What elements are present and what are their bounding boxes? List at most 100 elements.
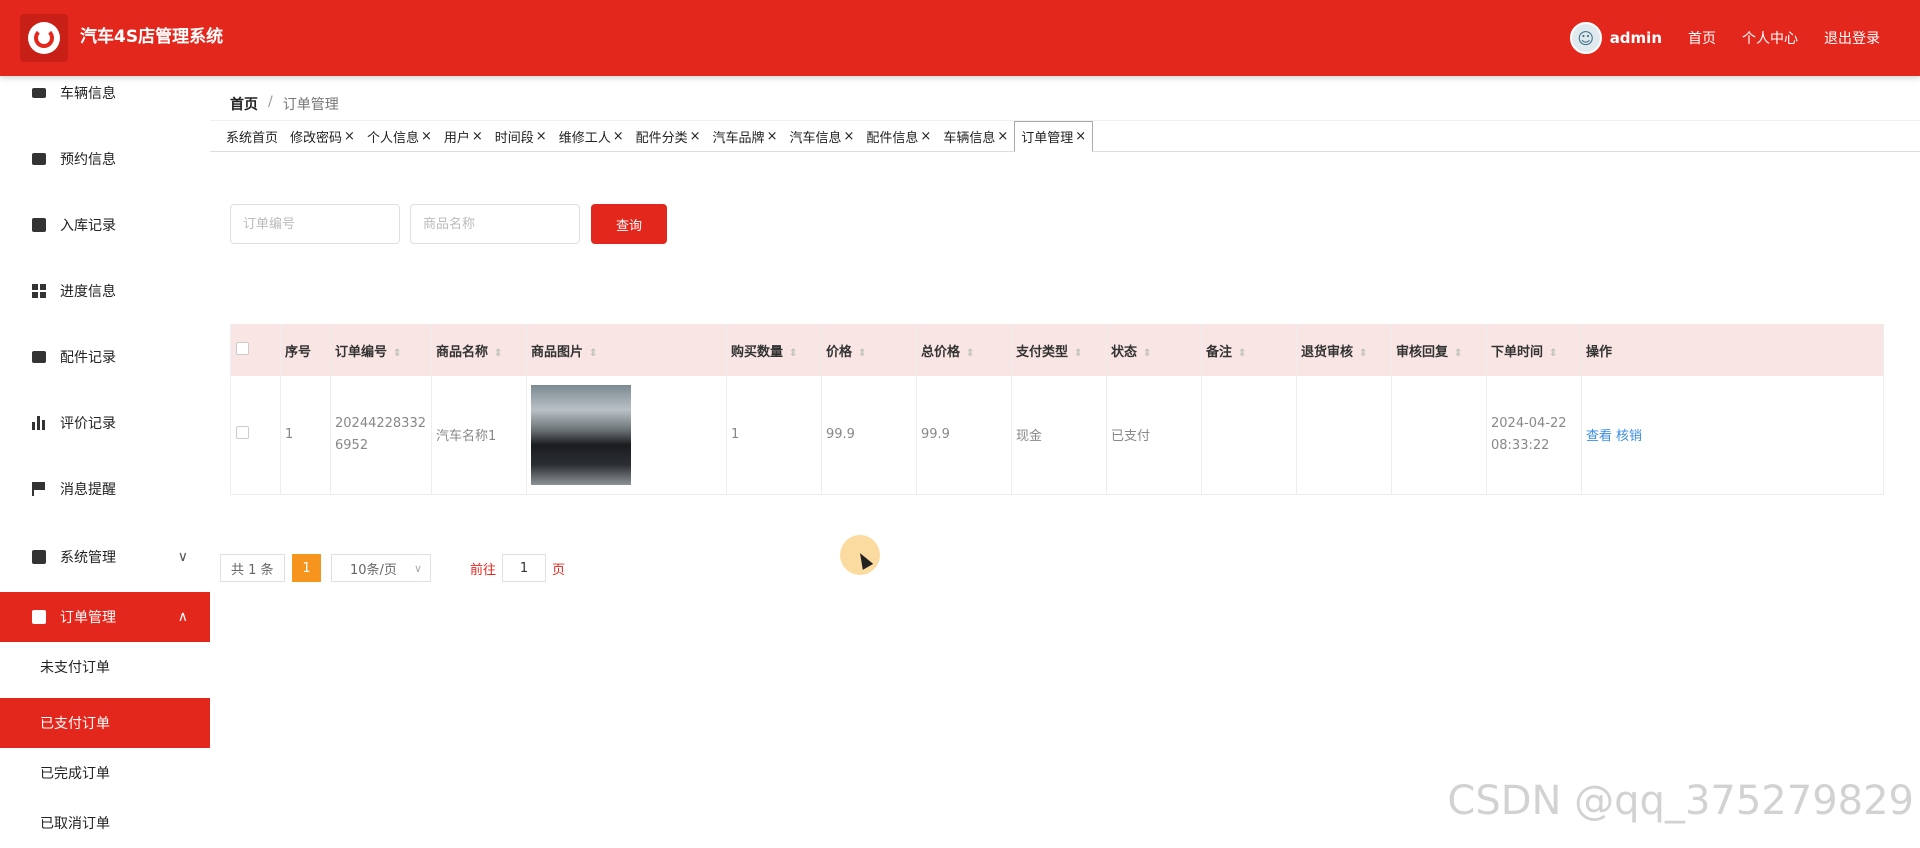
close-icon[interactable]: ×: [613, 129, 624, 144]
tab-label: 用户: [443, 130, 470, 146]
sidebar-item-label: 车辆信息: [60, 86, 116, 102]
product-image-cell: [526, 376, 727, 495]
column-header[interactable]: 总价格 ⇕: [916, 324, 1012, 376]
sidebar-item-orders[interactable]: 订单管理 ∧: [0, 592, 210, 642]
index-cell: 1: [280, 376, 331, 495]
sort-icon[interactable]: ⇕: [494, 348, 502, 359]
sort-icon[interactable]: ⇕: [1454, 348, 1462, 359]
remark-cell: [1201, 376, 1297, 495]
tab-change-password[interactable]: 修改密码 ×: [284, 121, 361, 151]
sort-icon[interactable]: ⇕: [1143, 348, 1151, 359]
pagination-goto: 前往 页: [470, 554, 565, 582]
tab-system-home[interactable]: 系统首页: [220, 121, 284, 151]
sidebar-subitem-label: 已取消订单: [40, 816, 110, 832]
tab-parts-info[interactable]: 配件信息 ×: [860, 121, 937, 151]
column-header[interactable]: 退货审核 ⇕: [1296, 324, 1392, 376]
sidebar-item-parts-record[interactable]: 配件记录: [0, 332, 210, 382]
pay-type-cell: 现金: [1011, 376, 1107, 495]
tab-label: 配件分类: [635, 130, 688, 146]
column-header[interactable]: 商品名称 ⇕: [431, 324, 527, 376]
close-icon[interactable]: ×: [767, 129, 778, 144]
tab-car-info[interactable]: 汽车信息 ×: [783, 121, 860, 151]
query-button[interactable]: 查询: [591, 204, 667, 244]
column-header[interactable]: 备注 ⇕: [1201, 324, 1297, 376]
column-header[interactable]: 审核回复 ⇕: [1391, 324, 1487, 376]
sidebar-subitem-unpaid[interactable]: 未支付订单: [0, 642, 210, 692]
tab-car-brand[interactable]: 汽车品牌 ×: [707, 121, 784, 151]
pagination-total: 共 1 条: [220, 554, 285, 582]
sidebar-item-reviews[interactable]: 评价记录: [0, 398, 210, 448]
column-header[interactable]: 购买数量 ⇕: [726, 324, 822, 376]
chevron-up-icon: ∧: [177, 609, 188, 625]
tab-vehicle-info[interactable]: 车辆信息 ×: [937, 121, 1014, 151]
avatar[interactable]: ☺: [1569, 22, 1602, 54]
close-icon[interactable]: ×: [421, 129, 432, 144]
verify-link[interactable]: 核销: [1616, 429, 1642, 444]
sidebar-item-label: 进度信息: [60, 284, 116, 300]
clipboard-icon: [32, 550, 46, 564]
sort-icon[interactable]: ⇕: [1549, 348, 1557, 359]
sidebar-item-appointment[interactable]: 预约信息: [0, 134, 210, 184]
close-icon[interactable]: ×: [344, 129, 355, 144]
sidebar-item-system[interactable]: 系统管理 ∨: [0, 532, 210, 582]
sidebar-item-messages[interactable]: 消息提醒: [0, 464, 210, 514]
quantity-cell: 1: [726, 376, 822, 495]
tab-time-slot[interactable]: 时间段 ×: [489, 121, 553, 151]
tab-repair-workers[interactable]: 维修工人 ×: [553, 121, 630, 151]
column-header[interactable]: 支付类型 ⇕: [1011, 324, 1107, 376]
sort-icon[interactable]: ⇕: [393, 348, 401, 359]
close-icon[interactable]: ×: [1075, 129, 1086, 144]
close-icon[interactable]: ×: [920, 129, 931, 144]
tab-personal-info[interactable]: 个人信息 ×: [361, 121, 438, 151]
sort-icon[interactable]: ⇕: [966, 348, 974, 359]
breadcrumb-home[interactable]: 首页: [230, 94, 258, 114]
page-size-value: 10条/页: [350, 562, 397, 578]
close-icon[interactable]: ×: [690, 129, 701, 144]
close-icon[interactable]: ×: [472, 129, 483, 144]
goto-suffix: 页: [552, 562, 566, 578]
goto-page-input[interactable]: [502, 554, 547, 582]
sort-icon[interactable]: ⇕: [1359, 348, 1367, 359]
close-icon[interactable]: ×: [536, 129, 547, 144]
tab-order-management[interactable]: 订单管理 ×: [1014, 121, 1094, 152]
column-header[interactable]: 下单时间 ⇕: [1486, 324, 1582, 376]
sidebar-subitem-paid[interactable]: 已支付订单: [0, 698, 210, 748]
column-header[interactable]: 订单编号 ⇕: [330, 324, 432, 376]
row-checkbox[interactable]: [236, 426, 249, 440]
close-icon[interactable]: ×: [843, 129, 854, 144]
column-header[interactable]: 商品图片 ⇕: [526, 324, 727, 376]
column-header[interactable]: 状态 ⇕: [1106, 324, 1202, 376]
tab-label: 维修工人: [558, 130, 611, 146]
sort-icon[interactable]: ⇕: [1238, 348, 1246, 359]
home-link[interactable]: 首页: [1688, 28, 1716, 48]
sort-icon[interactable]: ⇕: [1074, 348, 1082, 359]
user-name[interactable]: admin: [1610, 29, 1662, 47]
close-icon[interactable]: ×: [997, 129, 1008, 144]
sidebar-subitem-label: 已完成订单: [40, 766, 110, 782]
order-no-input[interactable]: [230, 204, 400, 244]
sidebar-item-progress[interactable]: 进度信息: [0, 266, 210, 316]
tab-parts-category[interactable]: 配件分类 ×: [630, 121, 707, 151]
select-all-checkbox[interactable]: [236, 341, 249, 355]
sort-icon[interactable]: ⇕: [789, 348, 797, 359]
sort-icon[interactable]: ⇕: [858, 348, 866, 359]
view-link[interactable]: 查看: [1586, 429, 1612, 444]
total-price-cell: 99.9: [916, 376, 1012, 495]
user-menu[interactable]: ☺ admin: [1569, 22, 1662, 54]
order-no-cell: 202442283326952: [330, 376, 432, 495]
watermark: CSDN @qq_375279829: [1447, 778, 1914, 824]
row-select-cell: [230, 376, 281, 495]
page-size-select[interactable]: 10条/页 ∨: [331, 554, 431, 582]
sort-icon[interactable]: ⇕: [589, 348, 597, 359]
bar-chart-icon: [32, 416, 46, 430]
tab-users[interactable]: 用户 ×: [438, 121, 489, 151]
column-header[interactable]: 价格 ⇕: [821, 324, 917, 376]
page-number-button[interactable]: 1: [292, 554, 321, 582]
sidebar-subitem-completed[interactable]: 已完成订单: [0, 748, 210, 798]
sidebar-subitem-cancelled[interactable]: 已取消订单: [0, 798, 210, 848]
product-name-input[interactable]: [410, 204, 580, 244]
sidebar-item-stock-in[interactable]: 入库记录: [0, 200, 210, 250]
profile-link[interactable]: 个人中心: [1742, 28, 1798, 48]
logout-link[interactable]: 退出登录: [1824, 28, 1880, 48]
product-image[interactable]: [531, 384, 631, 485]
